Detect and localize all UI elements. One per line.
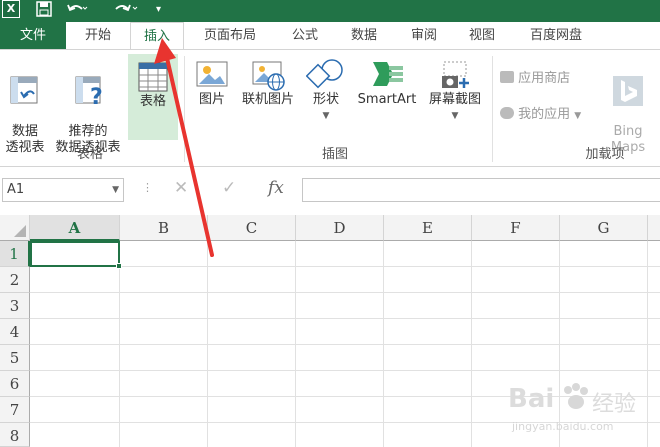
- watermark-url: jingyan.baidu.com: [512, 420, 614, 433]
- watermark-text-jingyan: 经验: [592, 392, 637, 417]
- baidu-watermark: Bai 经验 jingyan.baidu.com: [508, 382, 658, 442]
- watermark-text-bai: Bai: [508, 384, 555, 414]
- annotation-arrow: [154, 38, 214, 257]
- baidu-paw-icon: [564, 383, 588, 409]
